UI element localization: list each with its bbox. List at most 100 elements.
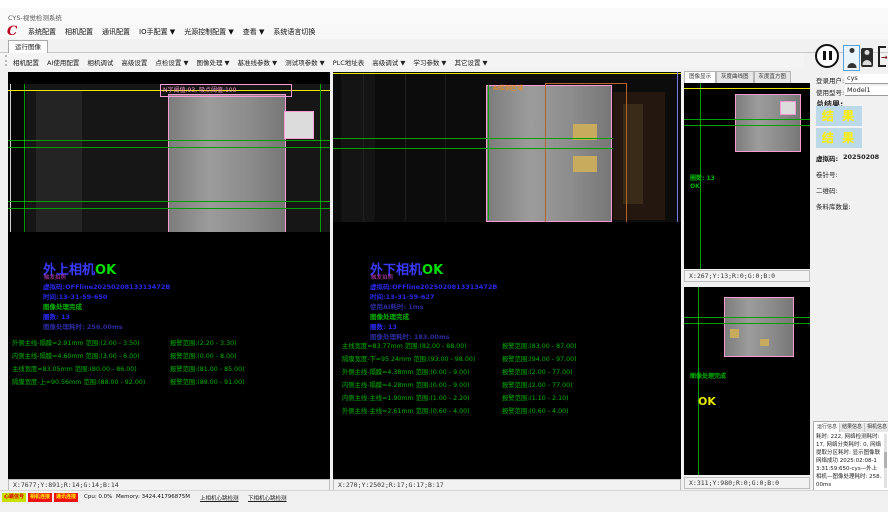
upper-camera-heartbeat-link[interactable]: 上相机心跳检测 <box>200 494 239 502</box>
info-tab-strip: 运行信息 结果信息 相机信息 <box>815 423 888 432</box>
view-tab-strip: 运行图像 <box>0 39 888 53</box>
tool-camera-debug[interactable]: 相机调试 <box>87 57 113 67</box>
threshold-label: N字阈值:93, 吸点阈值:100 <box>160 84 292 97</box>
alarm-range-text: 报警范围:(2.00 - 77.00) <box>502 367 573 376</box>
left-camera-status: OK <box>95 263 116 278</box>
log-scrollbar[interactable] <box>884 434 887 488</box>
virtual-code-value: 20250208 <box>843 153 879 161</box>
left-process-time: 图像处理耗时: 256.00ms <box>43 321 123 331</box>
measurement-text: 外侧主线-主线=2.61mm 范围:(0.60 - 4.00) <box>342 408 470 415</box>
aux-tab-gray-histogram[interactable]: 灰度直方图 <box>754 71 792 83</box>
measurement-row: 外侧主线-主线=2.61mm 范围:(0.60 - 4.00) 报警范围:(0.6… <box>342 406 680 415</box>
tool-learning-params[interactable]: 学习参数 ▼ <box>413 57 446 67</box>
measurement-text: 内侧主线-主线=1.90mm 范围:(1.00 - 2.20) <box>342 395 470 402</box>
left-camera-view[interactable]: N字阈值:93, 吸点阈值:100 外上相机OK 触发拍照 虚拟码:OFFlin… <box>8 72 330 479</box>
alarm-range-text: 报警范围:(81.00 - 85.00) <box>170 364 245 373</box>
lower-camera-heartbeat-link[interactable]: 下相机心跳检测 <box>248 494 287 502</box>
left-time: 时间:13-31-59-650 <box>43 291 107 301</box>
aux1-overlay-ok: OK <box>690 183 700 190</box>
qr-code-label: 二维码: <box>816 185 838 195</box>
aux1-coord-bar: X:267;Y:13;R:0;G:0;B:0 <box>684 270 810 282</box>
info-tab-result[interactable]: 结果信息 <box>840 423 865 432</box>
aux-tab-strip: 图像显示 灰度曲线图 灰度直方图 <box>684 71 791 83</box>
measurement-row: 隔膜宽度-上=90.56mm 范围:(88.00 - 92.00)报警范围:(8… <box>12 377 328 386</box>
left-camera-photo: N字阈值:93, 吸点阈值:100 <box>8 84 330 232</box>
exit-button[interactable]: → <box>876 45 888 69</box>
model-field[interactable]: Model1 <box>845 86 888 96</box>
info-tab-camera[interactable]: 相机信息 <box>865 423 888 432</box>
middle-process-time: 图像处理耗时: 183.00ms <box>370 331 450 341</box>
log-text: 耗时: 222, 网络检测耗时: 17, 网络分类耗时: 0, 网络提取分区耗时… <box>816 433 882 488</box>
window-title: CYS-视觉检测系统 <box>8 12 62 22</box>
measurement-row: 主线宽度=83.77mm 范围:(82.00 - 88.00) 报警范围:(83.… <box>342 341 680 350</box>
tool-image-processing[interactable]: 图像处理 ▼ <box>196 57 229 67</box>
login-user-label: 登录用户: <box>816 75 844 85</box>
tool-other-settings[interactable]: 其它设置 ▼ <box>454 57 487 67</box>
measurement-row: 内侧主线-主线=1.90mm 范围:(1.00 - 2.20)报警范围:(1.1… <box>342 393 680 402</box>
tab-run-image[interactable]: 运行图像 <box>8 40 48 53</box>
tool-baseline-params[interactable]: 基准线参数 ▼ <box>238 57 278 67</box>
model-label: 使用型号: <box>816 87 844 97</box>
alarm-range-text: 报警范围:(2.00 - 77.00) <box>502 380 573 389</box>
heartbeat-status-badge: 心跳信号 <box>2 493 26 502</box>
tool-ai-usage-config[interactable]: AI使用配置 <box>47 57 79 67</box>
login-user-field[interactable]: cys <box>845 74 888 84</box>
operator-button[interactable] <box>861 48 873 67</box>
tool-plc-address-table[interactable]: PLC地址表 <box>333 57 365 67</box>
result-box-1: 结 果 <box>816 106 862 126</box>
tool-advanced-debug[interactable]: 高级调试 ▼ <box>372 57 405 67</box>
menu-item-comm-config[interactable]: 通讯配置 <box>102 27 130 37</box>
menu-item-camera-config[interactable]: 相机配置 <box>65 27 93 37</box>
alarm-range-text: 报警范围:(2.20 - 3.30) <box>170 338 237 347</box>
measurement-row: 内侧主线-隔膜=4.28mm 范围:(0.00 - 9.00)报警范围:(2.0… <box>342 380 680 389</box>
alarm-range-text: 报警范围:(83.00 - 87.00) <box>502 341 577 350</box>
result-box-2: 结 果 <box>816 128 862 148</box>
menu-bar: C 系统配置 相机配置 通讯配置 IO手配置 ▼ 光源控制配置 ▼ 查看 ▼ 系… <box>0 24 888 39</box>
aux-tab-gray-curve[interactable]: 灰度曲线图 <box>716 71 754 83</box>
aux-camera-view-1[interactable]: 圈数: 13 OK <box>684 83 810 269</box>
measurement-row: 内侧主线-隔膜=4.60mm 范围:(3.00 - 6.00)报警范围:(0.0… <box>12 351 328 360</box>
toolbar: 相机配置 AI使用配置 相机调试 高级设置 点检设置 ▼ 图像处理 ▼ 基准线参… <box>0 53 804 68</box>
connector-part <box>284 111 314 139</box>
middle-time: 时间:13-31-59-627 <box>370 291 434 301</box>
menu-item-view[interactable]: 查看 ▼ <box>243 27 265 37</box>
tool-advanced-settings[interactable]: 高级设置 <box>121 57 147 67</box>
left-trigger-note: 触发拍照 <box>44 273 66 281</box>
aux-camera-view-2[interactable]: 图像处理完成 OK <box>684 287 810 475</box>
ai-detection-region <box>545 83 627 222</box>
menu-item-io-config[interactable]: IO手配置 ▼ <box>139 27 175 37</box>
alarm-range-text: 报警范围:(0.00 - 8.00) <box>170 351 237 360</box>
toolbar-grip-icon[interactable] <box>5 55 9 66</box>
menu-item-language-switch[interactable]: 系统语言切换 <box>273 27 315 37</box>
middle-ai-time: 使用AI耗时: 1ms <box>370 301 423 311</box>
menu-item-light-config[interactable]: 光源控制配置 ▼ <box>184 27 234 37</box>
info-tab-run[interactable]: 运行信息 <box>815 423 840 432</box>
left-barcode: 虚拟码:OFFline2025020813313472B <box>43 281 170 291</box>
needle-number-label: 卷针号: <box>816 169 838 179</box>
middle-camera-view[interactable]: AI检测区域 外下相机OK 触发拍照 虚拟码:OFFline2025020813… <box>333 72 681 479</box>
menu-item-system-config[interactable]: 系统配置 <box>28 27 56 37</box>
measurement-row: 外侧主线-隔膜=2.91mm 范围:(2.00 - 3.50)报警范围:(2.2… <box>12 338 328 347</box>
middle-camera-status: OK <box>422 263 443 278</box>
status-bar: 心跳信号 相机连接 通讯连接 Cpu: 0.0% Memory: 3424.41… <box>0 490 888 504</box>
left-process-done: 图像处理完成 <box>43 301 82 311</box>
measurement-text: 隔膜宽度-下=95.24mm 范围:(93.00 - 98.00) <box>342 356 475 363</box>
tool-camera-config[interactable]: 相机配置 <box>13 57 39 67</box>
pause-button[interactable] <box>815 44 839 68</box>
measurement-row: 主线宽度=83.05mm 范围:(80.00 - 86.00)报警范围:(81.… <box>12 364 328 373</box>
middle-barcode: 虚拟码:OFFline2025020813313472B <box>370 281 497 291</box>
tool-test-params[interactable]: 测试项参数 ▼ <box>285 57 325 67</box>
middle-camera-photo: AI检测区域 <box>333 72 681 222</box>
aux-tab-image-display[interactable]: 图像显示 <box>684 71 716 83</box>
title-bar: CYS-视觉检测系统 <box>0 8 888 24</box>
left-loop-count: 圈数: 13 <box>43 311 70 321</box>
login-user-button[interactable] <box>843 45 860 71</box>
aux2-overlay-line: 图像处理完成 <box>690 371 726 380</box>
alarm-range-text: 报警范围:(94.00 - 97.00) <box>502 354 577 363</box>
tool-spot-check[interactable]: 点检设置 ▼ <box>155 57 188 67</box>
measurement-row: 外侧主线-隔膜=4.38mm 范围:(0.00 - 9.00)报警范围:(2.0… <box>342 367 680 376</box>
alarm-range-text: 报警范围:(0.60 - 4.00) <box>502 406 569 415</box>
measurement-text: 主线宽度=83.77mm 范围:(82.00 - 88.00) <box>342 343 467 350</box>
app-logo-icon: C <box>7 24 17 39</box>
workpiece-block <box>168 94 286 232</box>
